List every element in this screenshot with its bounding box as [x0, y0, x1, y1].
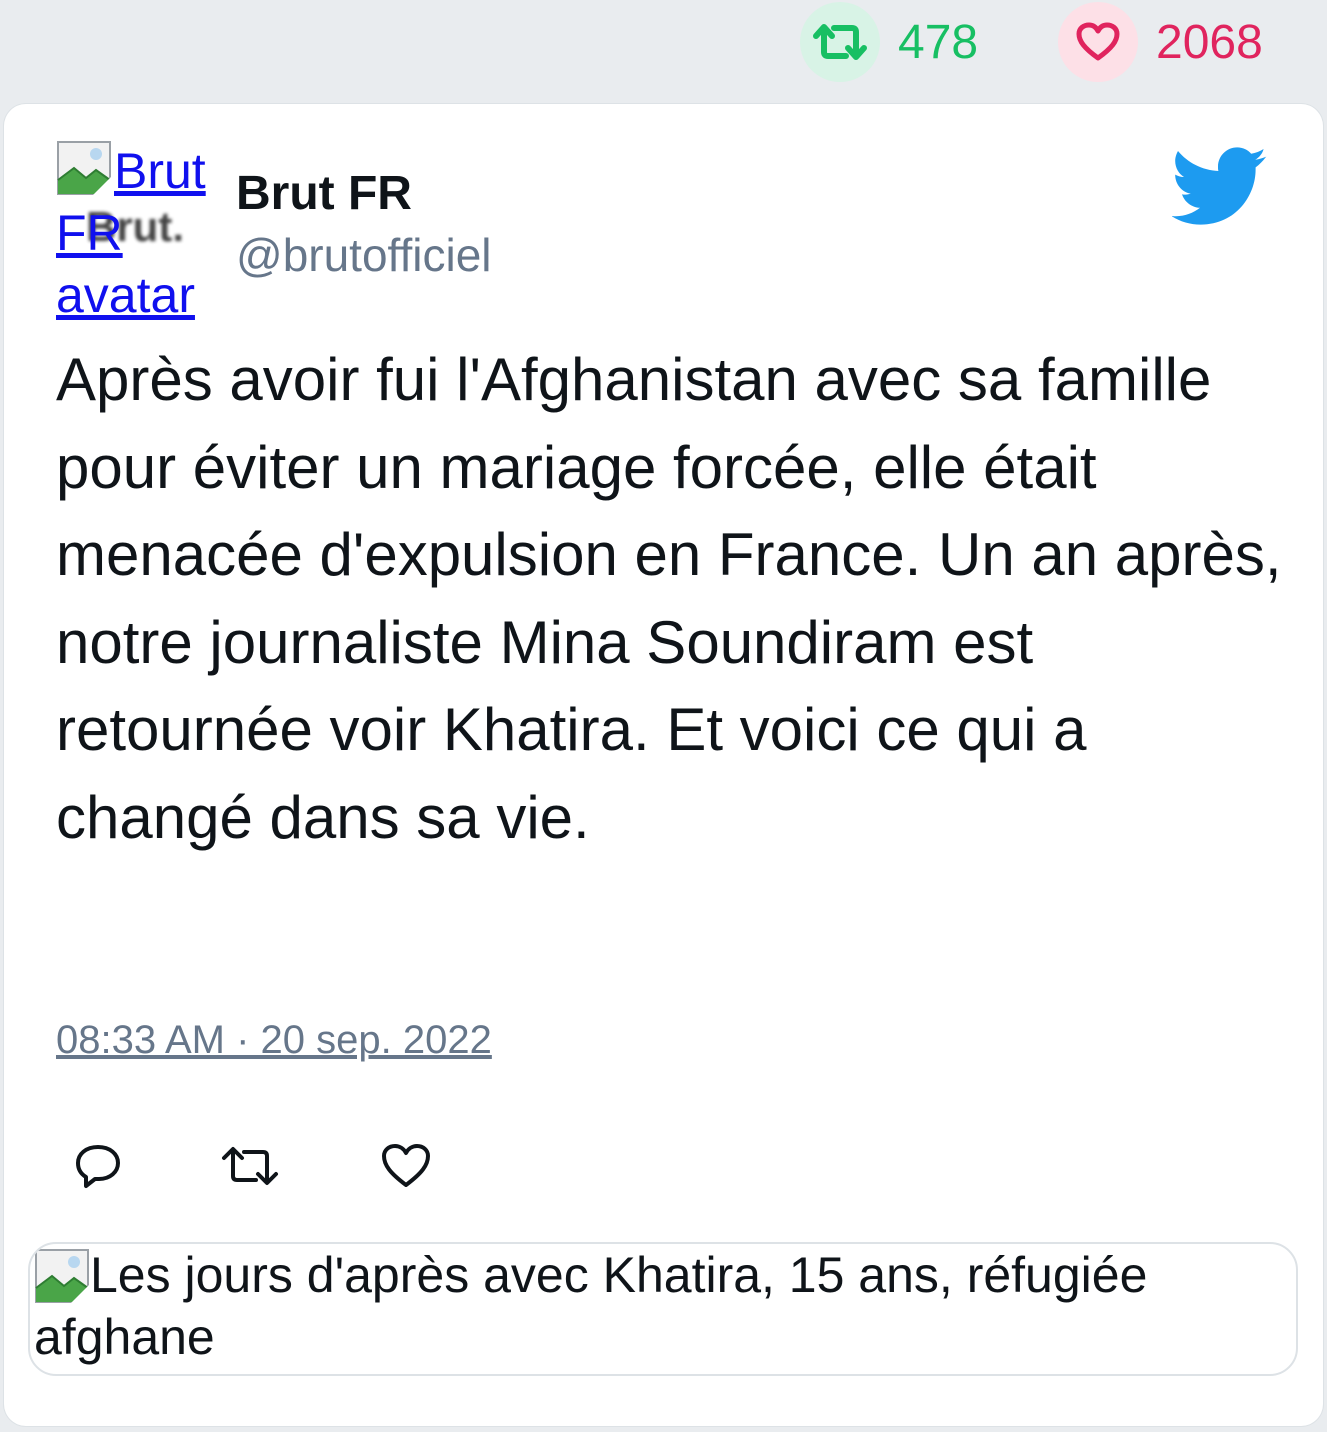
- reply-button[interactable]: [56, 1124, 140, 1208]
- engagement-summary: 478 2068: [0, 0, 1327, 100]
- twitter-bird-icon[interactable]: [1172, 146, 1268, 228]
- heart-icon: [382, 1144, 430, 1187]
- like-stat[interactable]: 2068: [1058, 2, 1263, 82]
- avatar[interactable]: Brut. Brut FR avatar: [56, 140, 216, 323]
- tweet-card: Brut. Brut FR avatar Brut FR @brutoffici…: [4, 104, 1323, 1426]
- retweet-stat[interactable]: 478: [800, 2, 978, 82]
- author-name[interactable]: Brut FR: [236, 166, 412, 221]
- link-preview-alt-text: Les jours d'après avec Khatira, 15 ans, …: [34, 1247, 1148, 1365]
- tweet-timestamp[interactable]: 08:33 AM · 20 sep. 2022: [56, 1018, 492, 1063]
- like-count: 2068: [1156, 15, 1263, 69]
- like-button[interactable]: [364, 1124, 448, 1208]
- avatar-alt-link[interactable]: Brut FR avatar: [56, 140, 221, 326]
- link-preview-card[interactable]: Les jours d'après avec Khatira, 15 ans, …: [28, 1242, 1298, 1376]
- retweet-icon: [222, 1147, 278, 1185]
- reply-icon: [76, 1145, 120, 1188]
- heart-icon[interactable]: [1058, 2, 1138, 82]
- retweet-count: 478: [898, 15, 979, 69]
- author-handle[interactable]: @brutofficiel: [236, 228, 492, 282]
- tweet-text: Après avoir fui l'Afghanistan avec sa fa…: [56, 346, 1282, 851]
- retweet-button[interactable]: [208, 1124, 292, 1208]
- retweet-icon[interactable]: [800, 2, 880, 82]
